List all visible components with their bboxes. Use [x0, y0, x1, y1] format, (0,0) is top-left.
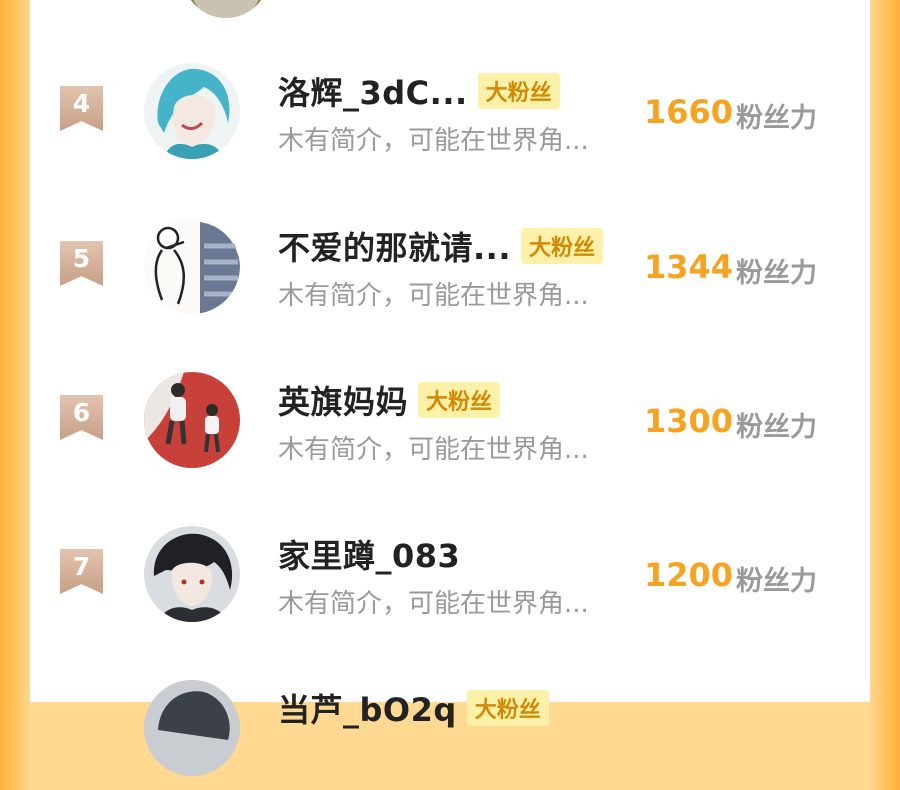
fan-power-value: 1660 — [644, 93, 734, 131]
rank-badge: 7 — [60, 549, 103, 594]
fan-power-value: 1200 — [644, 556, 734, 594]
fan-power-label: 粉丝力 — [736, 566, 817, 597]
user-bio: 木有简介，可能在世界角... — [278, 126, 589, 156]
avatar[interactable] — [184, 0, 268, 18]
user-name[interactable]: 不爱的那就请... — [278, 223, 511, 269]
user-name[interactable]: 家里蹲_083 — [278, 531, 460, 577]
avatar[interactable] — [144, 680, 240, 776]
list-item[interactable]: 4 洛辉_3dC... 大粉丝 木有简介，可能在世界角... 1660 粉丝力 — [30, 63, 870, 173]
avatar[interactable] — [144, 218, 240, 314]
fan-level-badge: 大粉丝 — [520, 228, 603, 264]
fan-level-badge: 大粉丝 — [418, 382, 501, 418]
user-bio: 木有简介，可能在世界角... — [278, 435, 589, 465]
user-name[interactable]: 当芦_bO2q — [278, 685, 457, 731]
rank-badge: 6 — [60, 395, 103, 440]
user-name[interactable]: 洛辉_3dC... — [278, 68, 468, 114]
avatar[interactable] — [144, 526, 240, 622]
list-item[interactable]: 7 家里蹲_083 木有简介，可能在世界角... 1200 粉丝力 — [30, 526, 870, 636]
fan-power-label: 粉丝力 — [736, 412, 817, 443]
list-item[interactable]: 当芦_bO2q 大粉丝 — [30, 680, 870, 790]
fan-power-value: 1300 — [644, 402, 734, 440]
fan-power-label: 粉丝力 — [736, 103, 817, 134]
avatar[interactable] — [144, 372, 240, 468]
user-bio: 木有简介，可能在世界角... — [278, 589, 589, 619]
user-name[interactable]: 英旗妈妈 — [278, 377, 408, 423]
list-item[interactable]: 5 不爱的那就请... 大粉丝 木有简介，可能在世界角... 1344 粉丝力 — [30, 218, 870, 328]
fan-power-value: 1344 — [644, 248, 734, 286]
fan-level-badge: 大粉丝 — [477, 73, 560, 109]
rank-badge: 5 — [60, 241, 103, 286]
rank-badge: 4 — [60, 86, 103, 131]
fan-ranking-panel: 4 洛辉_3dC... 大粉丝 木有简介，可能在世界角... 1660 粉丝力 … — [30, 0, 870, 776]
list-item[interactable]: 6 英旗妈妈 大粉丝 木有简介，可能在世界角... 1300 粉丝力 — [30, 372, 870, 482]
fan-power-label: 粉丝力 — [736, 258, 817, 289]
user-bio: 木有简介，可能在世界角... — [278, 281, 589, 311]
avatar[interactable] — [144, 63, 240, 159]
fan-level-badge: 大粉丝 — [466, 690, 549, 726]
